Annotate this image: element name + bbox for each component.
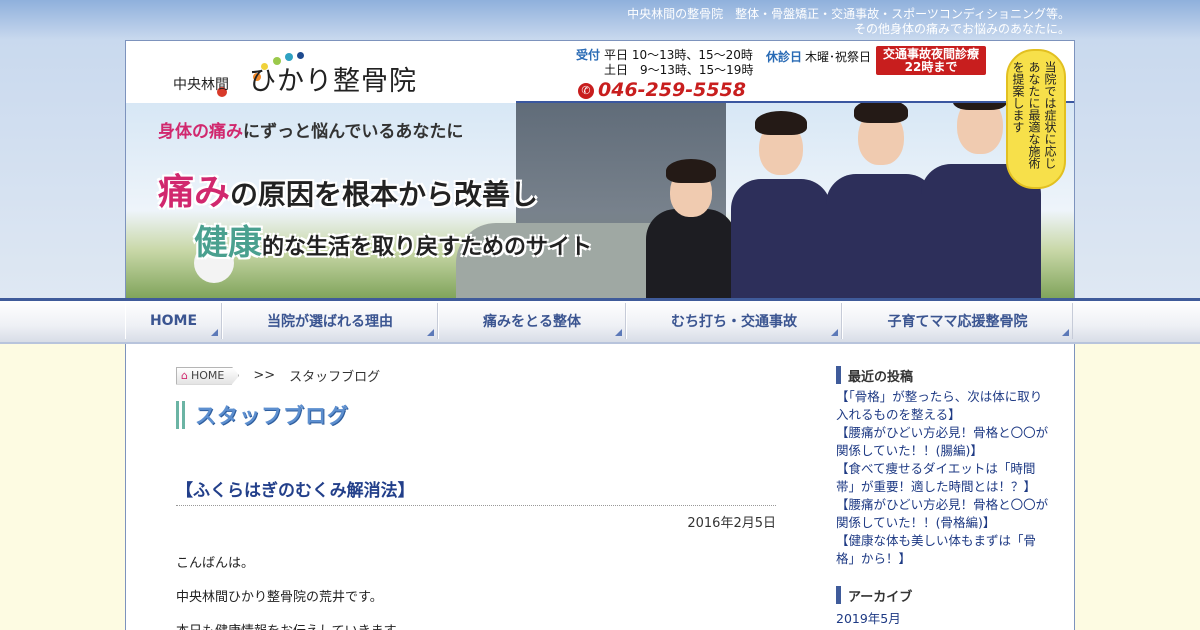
logo-name: ひかり整骨院 (249, 66, 417, 97)
tagline-line2: その他身体の痛みでお悩みのあなたに。 (853, 22, 1070, 36)
breadcrumb-separator: >> (253, 368, 276, 383)
phone-number[interactable]: ✆ 046-259-5558 (578, 79, 746, 101)
content-area: ⌂ HOME >> スタッフブログ スタッフブログ 【ふくらはぎのむくみ解消法】 … (125, 344, 1075, 630)
hero-line2: 痛みの原因を根本から改善し (158, 172, 539, 213)
header-frame: 中央林間 ひかり整骨院 受付 平日 10～13時、15～20時 土日 9～13時、… (125, 40, 1075, 300)
hero-banner: 身体の痛みにずっと悩んでいるあなたに 痛みの原因を根本から改善し 健康的な生活を… (126, 103, 1074, 299)
phone-icon: ✆ (578, 83, 594, 99)
page-title: スタッフブログ (176, 400, 349, 430)
main-nav: HOME 当院が選ばれる理由 痛みをとる整体 むち打ち・交通事故 子育てママ応援… (125, 303, 1073, 339)
tagline-line1: 中央林間の整骨院 整体・骨盤矯正・交通事故・スポーツコンディショニング等。 (627, 7, 1070, 21)
post-paragraph: こんばんは。 (176, 556, 255, 571)
site-tagline: 中央林間の整骨院 整体・骨盤矯正・交通事故・スポーツコンディショニング等。 その… (570, 7, 1070, 37)
staff-photo-2 (731, 109, 831, 299)
closed-days-text: 木曜･祝祭日 (805, 50, 872, 64)
recent-post-link[interactable]: 【健康な体も美しい体もまずは「骨格」から！】 (836, 532, 1051, 568)
post-paragraph: 本日も健康情報をお伝えしていきます。 (176, 620, 408, 630)
nav-corner-icon (831, 329, 838, 336)
hours-saturday: 土日 9～13時、15～19時 (604, 63, 754, 77)
archive-list: 2019年5月 (836, 608, 1051, 627)
recent-post-link[interactable]: 【腰痛がひどい方必見！骨格と〇〇が関係していた！！(骨格編)】 (836, 496, 1051, 532)
nav-corner-icon (1062, 329, 1069, 336)
closed-days: 休診日 木曜･祝祭日 (766, 48, 871, 65)
home-icon: ⌂ (181, 369, 188, 382)
business-hours: 受付 平日 10～13時、15～20時 土日 9～13時、15～19時 (576, 48, 753, 78)
nav-corner-icon (427, 329, 434, 336)
staff-photo-3 (826, 103, 936, 299)
title-bar (182, 401, 185, 429)
recent-posts-list: 【「骨格」が整ったら、次は体に取り入れるものを整える】 【腰痛がひどい方必見！骨… (836, 388, 1051, 568)
page-title-text: スタッフブログ (195, 404, 349, 428)
recent-posts-heading: 最近の投稿 (836, 366, 1051, 385)
phone-text: 046-259-5558 (598, 79, 746, 101)
logo-location: 中央林間 (173, 77, 229, 93)
nav-item-traffic-accident[interactable]: むち打ち・交通事故 (626, 303, 842, 339)
breadcrumb-current: スタッフブログ (289, 370, 381, 385)
hours-weekday: 平日 10～13時、15～20時 (604, 48, 753, 62)
recent-post-link[interactable]: 【腰痛がひどい方必見！骨格と〇〇が関係していた！！(腸編)】 (836, 424, 1051, 460)
closed-label: 休診日 (766, 50, 803, 64)
nav-corner-icon (211, 329, 218, 336)
recent-post-link[interactable]: 【「骨格」が整ったら、次は体に取り入れるものを整える】 (836, 388, 1051, 424)
reception-label: 受付 (576, 48, 601, 62)
breadcrumb: ⌂ HOME >> スタッフブログ (176, 366, 380, 385)
site-logo[interactable]: 中央林間 ひかり整骨院 (171, 49, 441, 101)
nav-item-home[interactable]: HOME (125, 303, 222, 339)
night-clinic-badge: 交通事故夜間診療 22時まで (876, 46, 986, 75)
staff-photo-1 (646, 159, 736, 299)
nav-corner-icon (615, 329, 622, 336)
hero-line3: 健康的な生活を取り戻すためのサイト (194, 223, 593, 263)
night-line2: 22時まで (904, 60, 958, 74)
archive-heading: アーカイブ (836, 586, 1051, 605)
title-bar (176, 401, 179, 429)
archive-link[interactable]: 2019年5月 (836, 608, 1051, 627)
post-title[interactable]: 【ふくらはぎのむくみ解消法】 (176, 476, 776, 506)
post-date: 2016年2月5日 (687, 516, 776, 531)
breadcrumb-home-button[interactable]: ⌂ HOME (176, 366, 240, 385)
hero-speech-bubble: 当院では症状に応じあなたに最適な施術を提案します (1006, 49, 1066, 189)
sidebar: 最近の投稿 【「骨格」が整ったら、次は体に取り入れるものを整える】 【腰痛がひど… (836, 366, 1051, 627)
nav-item-seitai[interactable]: 痛みをとる整体 (438, 303, 626, 339)
nav-item-reasons[interactable]: 当院が選ばれる理由 (222, 303, 438, 339)
post-paragraph: 中央林間ひかり整骨院の荒井です。 (176, 590, 383, 605)
recent-post-link[interactable]: 【食べて痩せるダイエットは「時間帯」が重要！適した時間とは！？】 (836, 460, 1051, 496)
hero-line1: 身体の痛みにずっと悩んでいるあなたに (158, 122, 464, 142)
nav-item-mama-support[interactable]: 子育てママ応援整骨院 (842, 303, 1073, 339)
